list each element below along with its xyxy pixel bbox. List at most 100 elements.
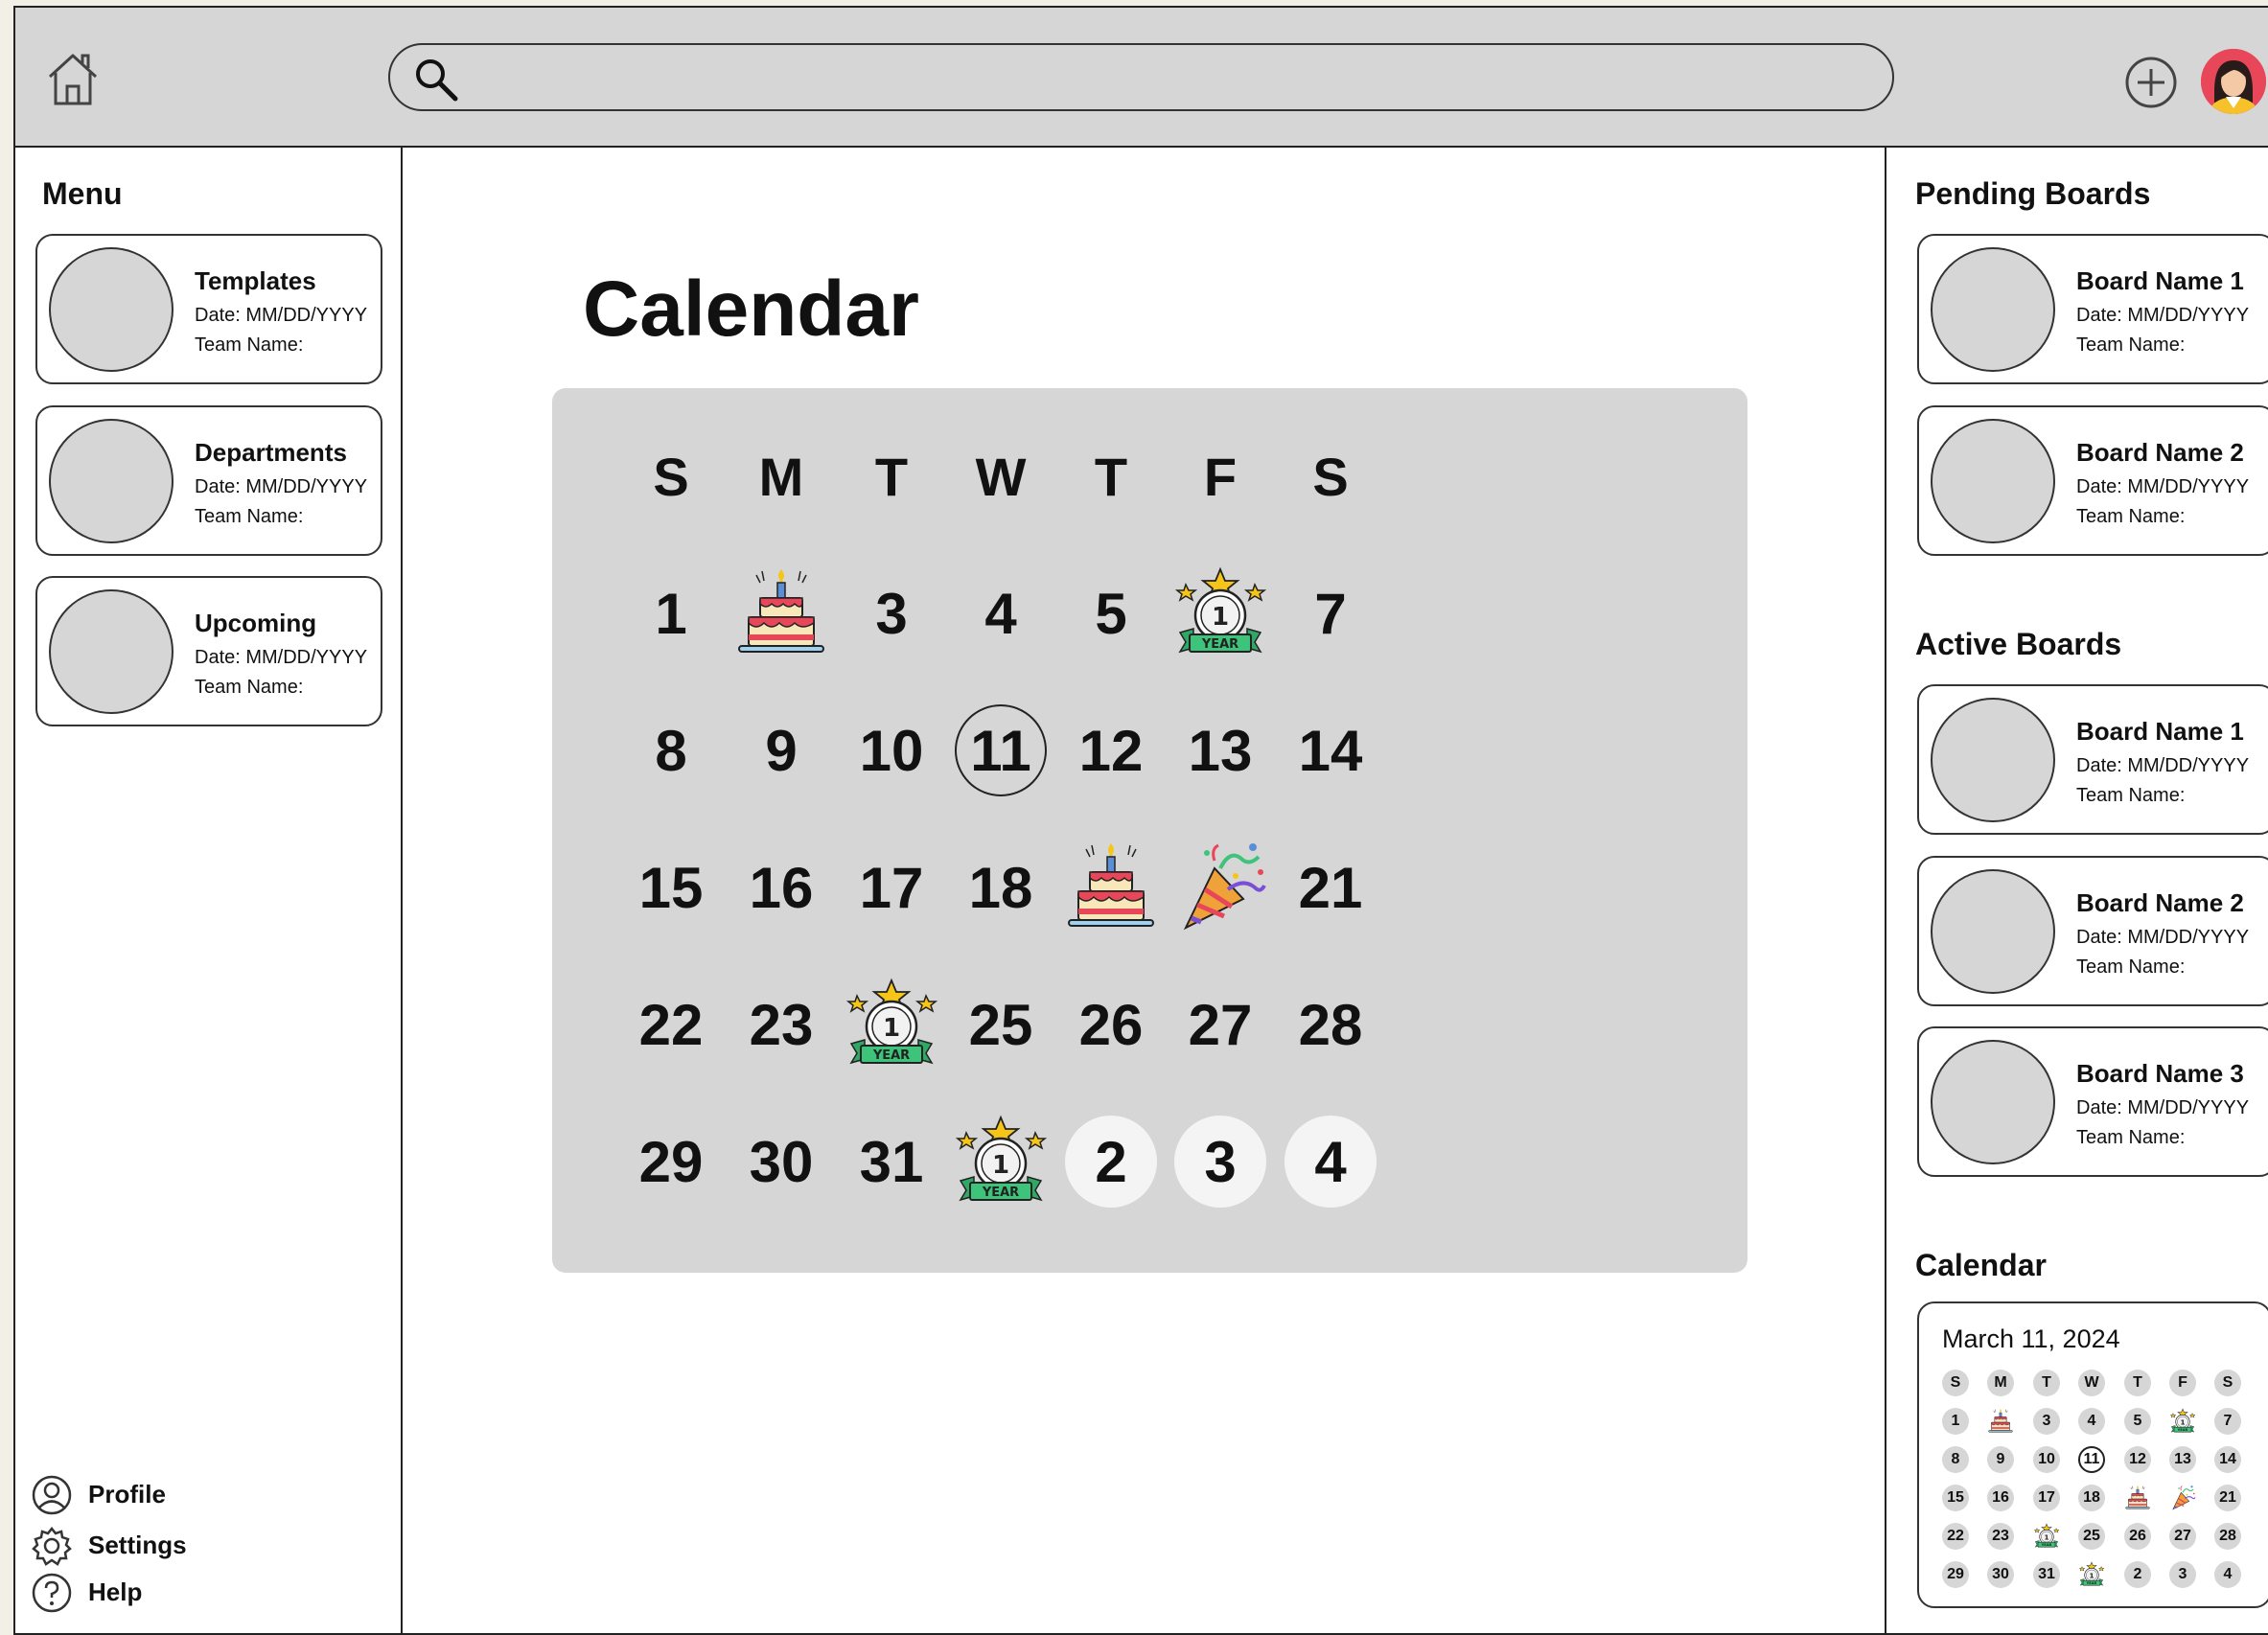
mini-calendar-day[interactable]: 18 [2078,1485,2105,1511]
card-title: Board Name 2 [2076,888,2244,917]
mini-calendar-day[interactable]: 17 [2033,1485,2060,1511]
search-icon [416,59,458,102]
next-month-day[interactable]: 2 [1065,1116,1157,1208]
calendar-day[interactable]: 31 [844,1114,939,1209]
search-input[interactable] [476,53,1870,104]
mini-next-month-day[interactable]: 2 [2124,1561,2151,1588]
calendar-day[interactable]: 28 [1283,977,1378,1072]
mini-calendar-day[interactable]: 8 [1942,1446,1969,1473]
calendar-day[interactable]: 3 [844,565,939,661]
calendar-day[interactable]: 30 [733,1114,829,1209]
menu-title: Menu [42,176,123,211]
svg-text:1: 1 [2180,1417,2185,1426]
card-title: Board Name 1 [2076,717,2244,746]
mini-calendar-day-today[interactable]: 11 [2078,1446,2105,1473]
calendar-day[interactable]: 1 [623,565,719,661]
mini-calendar-day[interactable]: 27 [2169,1523,2196,1550]
calendar-day[interactable]: 27 [1172,977,1268,1072]
calendar-day[interactable]: 26 [1063,977,1159,1072]
mini-birthday-cake-icon[interactable] [2124,1485,2151,1511]
calendar-day[interactable]: 8 [623,702,719,798]
calendar-day[interactable]: 15 [623,840,719,935]
card-title: Upcoming [195,609,317,637]
mini-party-popper-icon[interactable] [2169,1485,2196,1511]
mini-calendar-day[interactable]: 31 [2033,1561,2060,1588]
next-month-day[interactable]: 4 [1284,1116,1377,1208]
mini-birthday-cake-icon[interactable] [1987,1408,2014,1435]
mini-calendar-day[interactable]: 22 [1942,1523,1969,1550]
mini-calendar-day[interactable]: 29 [1942,1561,1969,1588]
one-year-anniversary-badge-icon[interactable]: 1 YEAR [953,1114,1049,1209]
mini-calendar-day[interactable]: 26 [2124,1523,2151,1550]
search-bar[interactable] [388,43,1894,111]
mini-one-year-anniversary-badge-icon[interactable]: 1 YEAR [2169,1408,2196,1435]
mini-calendar-day[interactable]: 28 [2214,1523,2241,1550]
mini-calendar-day[interactable]: 4 [2078,1408,2105,1435]
mini-calendar-day[interactable]: 14 [2214,1446,2241,1473]
calendar-day[interactable]: 10 [844,702,939,798]
profile-icon [32,1475,72,1515]
card-thumbnail [49,247,174,372]
party-popper-icon[interactable] [1172,840,1268,935]
add-button[interactable] [2124,56,2178,109]
calendar-day[interactable]: 5 [1063,565,1159,661]
card-thumbnail [1931,869,2055,994]
mini-calendar-day[interactable]: 1 [1942,1408,1969,1435]
calendar-day[interactable]: 12 [1063,702,1159,798]
calendar-day[interactable]: 23 [733,977,829,1072]
pending-board-card[interactable]: Board Name 1 Date: MM/DD/YYYY Team Name: [1917,234,2268,384]
card-team: Team Name: [2076,334,2186,356]
calendar-day[interactable]: 7 [1283,565,1378,661]
mini-weekday-header: T [2033,1370,2060,1396]
active-board-card[interactable]: Board Name 3 Date: MM/DD/YYYY Team Name: [1917,1026,2268,1177]
mini-calendar-day[interactable]: 15 [1942,1485,1969,1511]
weekday-header: T [1094,446,1128,507]
calendar-day[interactable]: 29 [623,1114,719,1209]
calendar-day[interactable]: 9 [733,702,829,798]
home-button[interactable] [44,48,102,109]
svg-text:1: 1 [2044,1532,2048,1541]
calendar-day[interactable]: 14 [1283,702,1378,798]
user-avatar[interactable] [2201,49,2266,114]
calendar-day[interactable]: 21 [1283,840,1378,935]
one-year-anniversary-badge-icon[interactable]: 1 YEAR [844,977,939,1072]
mini-one-year-anniversary-badge-icon[interactable]: 1 YEAR [2078,1561,2105,1588]
calendar-day[interactable]: 16 [733,840,829,935]
mini-calendar-day[interactable]: 13 [2169,1446,2196,1473]
calendar-day[interactable]: 17 [844,840,939,935]
mini-calendar-day[interactable]: 3 [2033,1408,2060,1435]
mini-calendar-day[interactable]: 10 [2033,1446,2060,1473]
calendar-day-today[interactable]: 11 [955,704,1047,796]
active-board-card[interactable]: Board Name 2 Date: MM/DD/YYYY Team Name: [1917,856,2268,1006]
mini-calendar-day[interactable]: 23 [1987,1523,2014,1550]
mini-next-month-day[interactable]: 3 [2169,1561,2196,1588]
menu-card-templates[interactable]: Templates Date: MM/DD/YYYY Team Name: [35,234,382,384]
pending-board-card[interactable]: Board Name 2 Date: MM/DD/YYYY Team Name: [1917,405,2268,556]
active-board-card[interactable]: Board Name 1 Date: MM/DD/YYYY Team Name: [1917,684,2268,835]
mini-calendar-day[interactable]: 25 [2078,1523,2105,1550]
mini-next-month-day[interactable]: 4 [2214,1561,2241,1588]
birthday-cake-icon[interactable] [1063,840,1159,935]
calendar-day[interactable]: 22 [623,977,719,1072]
birthday-cake-icon[interactable] [733,565,829,661]
calendar-day[interactable]: 18 [953,840,1049,935]
menu-card-departments[interactable]: Departments Date: MM/DD/YYYY Team Name: [35,405,382,556]
one-year-anniversary-badge-icon[interactable]: 1 YEAR [1172,565,1268,661]
mini-one-year-anniversary-badge-icon[interactable]: 1 YEAR [2033,1523,2060,1550]
mini-calendar-day[interactable]: 16 [1987,1485,2014,1511]
mini-calendar-day[interactable]: 7 [2214,1408,2241,1435]
mini-calendar-day[interactable]: 30 [1987,1561,2014,1588]
mini-calendar-day[interactable]: 5 [2124,1408,2151,1435]
mini-calendar-day[interactable]: 9 [1987,1446,2014,1473]
svg-text:YEAR: YEAR [2041,1543,2052,1547]
weekday-header: F [1203,446,1238,507]
calendar-day[interactable]: 4 [953,565,1049,661]
mini-calendar-day[interactable]: 12 [2124,1446,2151,1473]
mini-weekday-header: S [1942,1370,1969,1396]
calendar-day[interactable]: 13 [1172,702,1268,798]
menu-card-upcoming[interactable]: Upcoming Date: MM/DD/YYYY Team Name: [35,576,382,726]
mini-calendar-day[interactable]: 21 [2214,1485,2241,1511]
next-month-day[interactable]: 3 [1174,1116,1266,1208]
calendar-day[interactable]: 25 [953,977,1049,1072]
card-date: Date: MM/DD/YYYY [2076,476,2250,497]
